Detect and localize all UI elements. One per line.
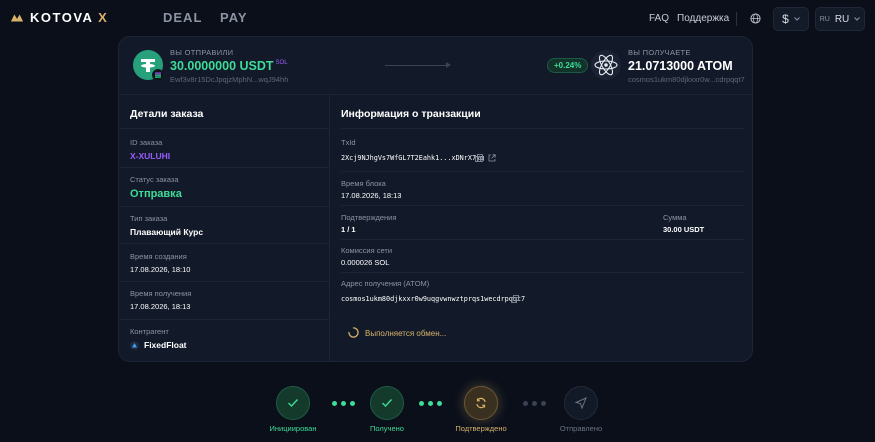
received-time-label: Время получения	[130, 289, 192, 298]
order-id-value[interactable]: X-XULUHI	[130, 151, 320, 161]
nav-deal[interactable]: DEAL	[163, 10, 202, 25]
step-connector	[523, 401, 546, 406]
language-select[interactable]: RU RU	[815, 7, 865, 31]
refresh-icon	[476, 397, 486, 409]
order-type-label: Тип заказа	[130, 214, 168, 223]
counterparty-field: Контрагент FixedFloat	[130, 327, 320, 350]
currency-symbol: $	[782, 12, 789, 26]
step-connector	[332, 401, 355, 406]
lang-code: RU	[819, 15, 830, 23]
copy-icon[interactable]	[511, 295, 519, 303]
order-type-value: Плавающий Курс	[130, 227, 204, 237]
sum-value: 30.00 USDT	[663, 225, 705, 234]
order-type-field: Тип заказа Плавающий Курс	[130, 214, 320, 237]
fixedfloat-logo-icon	[130, 340, 139, 350]
receive-address-value[interactable]: cosmos1ukm80djkxxr0w9uqgvwnwztprqs1wecdr…	[341, 295, 525, 303]
counterparty-label: Контрагент	[130, 327, 169, 336]
cat-logo-icon	[10, 14, 24, 21]
block-time-label: Время блока	[341, 179, 386, 188]
recv-label: ВЫ ПОЛУЧАЕТЕ	[628, 48, 691, 57]
tx-info-title: Информация о транзакции	[341, 108, 481, 120]
globe-icon[interactable]	[750, 13, 761, 24]
sum-label: Сумма	[663, 213, 687, 222]
sent-block: ВЫ ОТПРАВИЛИ 30.0000000 USDT SOL Ewf3v8r…	[170, 48, 288, 84]
confirmations-label: Подтверждения	[341, 213, 397, 222]
order-id-field: ID заказа X-XULUHI	[130, 138, 320, 161]
confirmations-value: 1 / 1	[341, 225, 356, 234]
step-label-initiated: Инициирован	[269, 424, 317, 433]
step-received	[370, 386, 404, 420]
copy-icon[interactable]	[475, 154, 483, 162]
sent-network: SOL	[275, 60, 288, 66]
order-status-field: Статус заказа Отправка	[130, 175, 320, 200]
step-sent	[564, 386, 598, 420]
arrow-right-icon	[446, 62, 451, 68]
sent-address: Ewf3v8r15DcJpqjzMphN...wqJ94hh	[170, 75, 289, 84]
nav-support[interactable]: Поддержка	[677, 13, 729, 24]
nav-divider	[736, 12, 737, 26]
recv-address: cosmos1ukm80djkxxr0w...cdrpqqt7	[628, 75, 745, 84]
top-nav: KOTOVA X DEAL PAY FAQ Поддержка $ RU RU	[0, 0, 875, 38]
step-confirmed	[464, 386, 498, 420]
receive-address-label: Адрес получения (ATOM)	[341, 279, 430, 288]
network-fee-label: Комиссия сети	[341, 246, 393, 255]
received-time-field: Время получения 17.08.2026, 18:13	[130, 289, 320, 311]
currency-select[interactable]: $	[773, 7, 809, 31]
usdt-coin-icon	[133, 50, 164, 81]
send-icon	[575, 397, 587, 409]
lang-label: RU	[834, 13, 850, 25]
order-status-label: Статус заказа	[130, 175, 179, 184]
recv-amount: 21.0713000 ATOM	[628, 59, 733, 73]
order-status-value: Отправка	[130, 188, 182, 200]
step-initiated	[276, 386, 310, 420]
chevron-down-icon	[854, 17, 861, 21]
created-time-field: Время создания 17.08.2026, 18:10	[130, 252, 320, 274]
check-icon	[382, 399, 393, 408]
step-label-sent: Отправлено	[559, 424, 603, 433]
step-label-confirmed: Подтверждено	[455, 424, 507, 433]
step-label-received: Получено	[370, 424, 404, 433]
block-time-value: 17.08.2026, 18:13	[341, 191, 402, 200]
chevron-down-icon	[793, 17, 800, 21]
check-icon	[288, 399, 299, 408]
nav-pay[interactable]: PAY	[220, 10, 248, 25]
brand-suffix: X	[98, 10, 109, 25]
exchange-summary: ВЫ ОТПРАВИЛИ 30.0000000 USDT SOL Ewf3v8r…	[119, 37, 752, 95]
rate-badge: +0.24%	[547, 58, 589, 73]
order-card: ВЫ ОТПРАВИЛИ 30.0000000 USDT SOL Ewf3v8r…	[118, 36, 753, 362]
atom-coin-icon	[591, 50, 621, 80]
sent-amount: 30.0000000 USDT	[170, 59, 274, 73]
transaction-info: Информация о транзакции TxId 2Xcj9NJhgVs…	[331, 95, 752, 361]
exchange-progress-text: Выполняется обмен...	[365, 329, 447, 338]
created-time-label: Время создания	[130, 252, 187, 261]
txid-label: TxId	[341, 138, 356, 147]
external-link-icon[interactable]	[488, 154, 496, 162]
order-details-title: Детали заказа	[130, 108, 204, 120]
created-time-value: 17.08.2026, 18:10	[130, 265, 191, 274]
nav-faq[interactable]: FAQ	[649, 13, 669, 24]
brand-name: KOTOVA	[30, 10, 93, 25]
logo[interactable]: KOTOVA X	[10, 10, 108, 25]
network-fee-value: 0.000026 SOL	[341, 258, 390, 267]
solana-badge-icon	[152, 69, 164, 81]
order-id-label: ID заказа	[130, 138, 163, 147]
order-details: Детали заказа ID заказа X-XULUHI Статус …	[119, 95, 330, 361]
sent-label: ВЫ ОТПРАВИЛИ	[170, 48, 234, 57]
receive-block: ВЫ ПОЛУЧАЕТЕ 21.0713000 ATOM cosmos1ukm8…	[628, 48, 745, 84]
step-connector	[419, 401, 442, 406]
received-time-value: 17.08.2026, 18:13	[130, 302, 191, 311]
txid-value[interactable]: 2Xcj9NJhgVs7WfGL7T2Eahk1...xDNrX7yg	[341, 154, 484, 162]
exchange-arrow	[385, 65, 449, 66]
counterparty-value[interactable]: FixedFloat	[144, 340, 187, 350]
spinner-icon	[348, 327, 359, 338]
